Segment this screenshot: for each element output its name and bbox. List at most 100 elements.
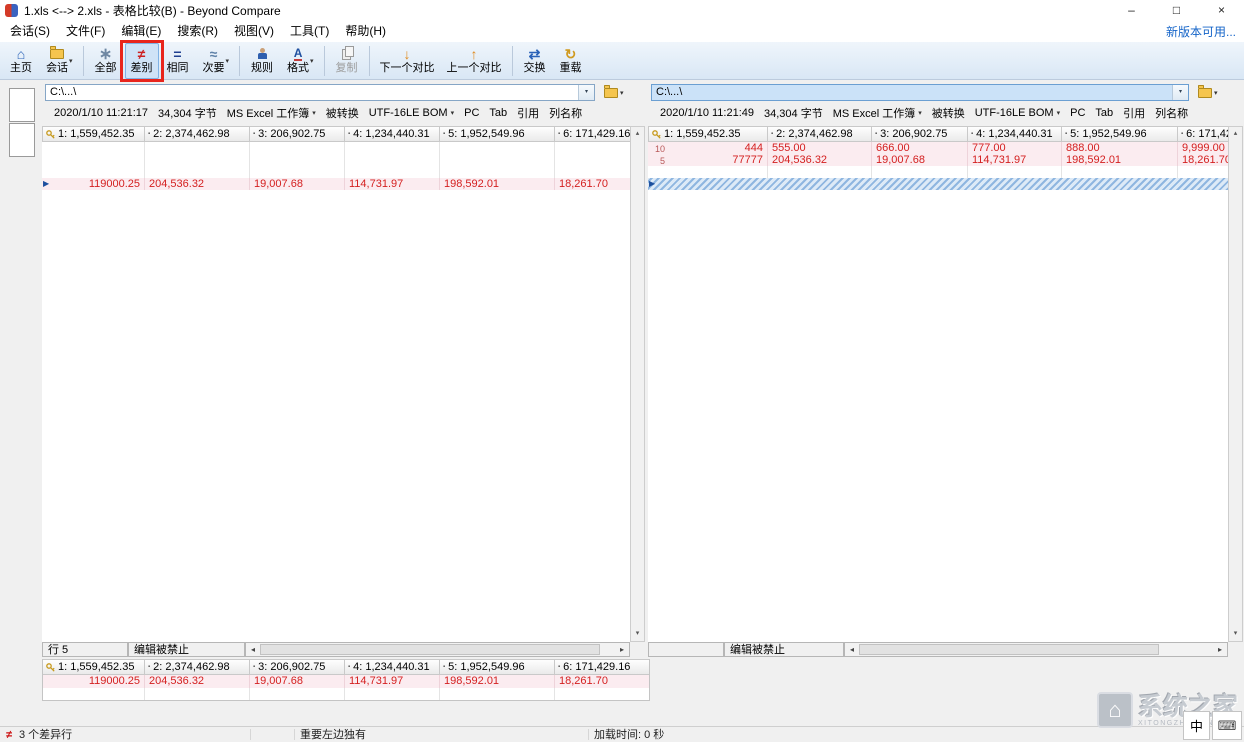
column-header[interactable]: 1: 1,559,452.35 xyxy=(648,126,768,142)
grid-cell[interactable]: 18,261.70 xyxy=(555,675,650,688)
sessions-button[interactable]: 会话 ▾ xyxy=(40,43,78,79)
scroll-down-button[interactable]: ▾ xyxy=(1229,627,1242,641)
menu-item-view[interactable]: 视图(V) xyxy=(226,20,282,42)
menu-item-file[interactable]: 文件(F) xyxy=(58,20,113,42)
previous-difference-button[interactable]: ↑上一个对比 xyxy=(442,43,507,79)
table-row[interactable] xyxy=(648,166,1228,178)
show-all-button[interactable]: ∗全部 xyxy=(89,43,123,79)
grid-cell[interactable]: 444 xyxy=(668,142,768,154)
column-header[interactable]: ▪3: 206,902.75 xyxy=(250,126,345,142)
column-header[interactable]: 1: 1,559,452.35 xyxy=(42,659,145,675)
column-header[interactable]: 1: 1,559,452.35 xyxy=(42,126,145,142)
encoding-dropdown[interactable]: UTF-16LE BOM▾ xyxy=(975,107,1060,119)
ime-keyboard-button[interactable]: ⌨ xyxy=(1212,711,1242,740)
grid-cell[interactable]: 19,007.68 xyxy=(250,675,345,688)
left-horizontal-scrollbar[interactable]: ◂ ▸ xyxy=(245,642,630,657)
table-row[interactable]: 5 77777 204,536.32 19,007.68 114,731.97 … xyxy=(648,154,1228,166)
menu-item-help[interactable]: 帮助(H) xyxy=(337,20,394,42)
grid-cell[interactable]: 888.00 xyxy=(1062,142,1178,154)
table-row[interactable] xyxy=(42,166,630,178)
show-differences-button[interactable]: ≠差别 xyxy=(125,43,159,79)
grid-cell[interactable]: 204,536.32 xyxy=(768,154,872,166)
column-header[interactable]: ▪5: 1,952,549.96 xyxy=(440,659,555,675)
summary-left-row[interactable]: 119000.25 204,536.32 19,007.68 114,731.9… xyxy=(42,675,650,688)
maximize-button[interactable]: □ xyxy=(1154,0,1199,20)
column-header[interactable]: ▪6: 171,429.16 xyxy=(1178,126,1228,142)
column-header[interactable]: ▪4: 1,234,440.31 xyxy=(345,659,440,675)
left-vertical-scrollbar[interactable]: ▴ ▾ xyxy=(630,126,645,642)
copy-button[interactable]: 复制 xyxy=(330,43,364,79)
grid-cell[interactable]: 198,592.01 xyxy=(440,675,555,688)
grid-cell[interactable]: 19,007.68 xyxy=(872,154,968,166)
column-header[interactable]: ▪5: 1,952,549.96 xyxy=(1062,126,1178,142)
scroll-thumb[interactable] xyxy=(859,644,1159,655)
thumbnail-page-2[interactable] xyxy=(9,123,35,157)
scroll-left-button[interactable]: ◂ xyxy=(845,643,859,656)
scroll-right-button[interactable]: ▸ xyxy=(615,643,629,656)
minor-differences-button[interactable]: ≈次要 ▾ xyxy=(197,43,235,79)
column-header[interactable]: ▪6: 171,429.16 xyxy=(555,659,650,675)
scroll-thumb[interactable] xyxy=(260,644,600,655)
grid-cell[interactable]: 9,999.00 xyxy=(1178,142,1228,154)
scroll-down-button[interactable]: ▾ xyxy=(631,627,644,641)
swap-sides-button[interactable]: ⇄交换 xyxy=(518,43,552,79)
home-button[interactable]: ⌂主页 xyxy=(4,43,38,79)
column-header[interactable]: ▪2: 2,374,462.98 xyxy=(768,126,872,142)
table-row[interactable] xyxy=(42,154,630,166)
table-row[interactable] xyxy=(42,142,630,154)
grid-cell[interactable]: 18,261.70 xyxy=(1178,154,1228,166)
column-header[interactable]: ▪2: 2,374,462.98 xyxy=(145,659,250,675)
column-header[interactable]: ▪2: 2,374,462.98 xyxy=(145,126,250,142)
scroll-right-button[interactable]: ▸ xyxy=(1213,643,1227,656)
grid-cell[interactable]: 19,007.68 xyxy=(250,178,345,190)
combo-dropdown-icon[interactable]: ▾ xyxy=(1172,85,1188,100)
reload-button[interactable]: ↻重载 xyxy=(554,43,588,79)
next-difference-button[interactable]: ↓下一个对比 xyxy=(375,43,440,79)
table-row[interactable]: 10 444 555.00 666.00 777.00 888.00 9,999… xyxy=(648,142,1228,154)
menu-item-edit[interactable]: 编辑(E) xyxy=(113,20,169,42)
grid-cell[interactable]: 666.00 xyxy=(872,142,968,154)
scroll-left-button[interactable]: ◂ xyxy=(246,643,260,656)
grid-cell[interactable]: 77777 xyxy=(668,154,768,166)
ime-lang-button[interactable]: 中 xyxy=(1183,711,1210,740)
file-format-dropdown[interactable]: MS Excel 工作簿▾ xyxy=(833,105,922,120)
grid-cell[interactable]: 777.00 xyxy=(968,142,1062,154)
grid-cell[interactable]: 114,731.97 xyxy=(345,675,440,688)
column-header[interactable]: ▪5: 1,952,549.96 xyxy=(440,126,555,142)
combo-dropdown-icon[interactable]: ▾ xyxy=(578,85,594,100)
grid-cell[interactable]: 198,592.01 xyxy=(440,178,555,190)
left-browse-button[interactable]: ▾ xyxy=(600,84,628,101)
column-header[interactable]: ▪6: 171,429.16 xyxy=(555,126,630,142)
right-vertical-scrollbar[interactable]: ▴ ▾ xyxy=(1228,126,1243,642)
grid-cell[interactable]: 119000.25 xyxy=(60,178,145,190)
right-browse-button[interactable]: ▾ xyxy=(1194,84,1222,101)
right-path-combobox[interactable]: C:\...\ ▾ xyxy=(651,84,1189,101)
scroll-up-button[interactable]: ▴ xyxy=(631,127,644,141)
table-row[interactable]: ▶ 119000.25 204,536.32 19,007.68 114,731… xyxy=(42,178,630,190)
format-button[interactable]: A格式 ▾ xyxy=(281,43,319,79)
column-header[interactable]: ▪4: 1,234,440.31 xyxy=(345,126,440,142)
menu-item-session[interactable]: 会话(S) xyxy=(2,20,58,42)
close-button[interactable]: × xyxy=(1199,0,1244,20)
grid-cell[interactable]: 204,536.32 xyxy=(145,178,250,190)
thumbnail-page-1[interactable] xyxy=(9,88,35,122)
column-header[interactable]: ▪3: 206,902.75 xyxy=(250,659,345,675)
left-path-combobox[interactable]: C:\...\ ▾ xyxy=(45,84,595,101)
grid-cell[interactable]: 119000.25 xyxy=(42,675,145,688)
missing-row-placeholder[interactable]: ▶ xyxy=(648,178,1228,190)
grid-cell[interactable]: 114,731.97 xyxy=(968,154,1062,166)
encoding-dropdown[interactable]: UTF-16LE BOM▾ xyxy=(369,107,454,119)
grid-cell[interactable]: 198,592.01 xyxy=(1062,154,1178,166)
minimize-button[interactable]: – xyxy=(1109,0,1154,20)
update-available-link[interactable]: 新版本可用... xyxy=(1166,23,1236,40)
grid-cell[interactable]: 114,731.97 xyxy=(345,178,440,190)
column-header[interactable]: ▪3: 206,902.75 xyxy=(872,126,968,142)
menu-item-tools[interactable]: 工具(T) xyxy=(282,20,337,42)
rules-button[interactable]: 规则 xyxy=(245,43,279,79)
grid-cell[interactable]: 18,261.70 xyxy=(555,178,630,190)
show-same-button[interactable]: =相同 xyxy=(161,43,195,79)
file-format-dropdown[interactable]: MS Excel 工作簿▾ xyxy=(227,105,316,120)
grid-cell[interactable]: 204,536.32 xyxy=(145,675,250,688)
menu-item-search[interactable]: 搜索(R) xyxy=(169,20,226,42)
column-header[interactable]: ▪4: 1,234,440.31 xyxy=(968,126,1062,142)
